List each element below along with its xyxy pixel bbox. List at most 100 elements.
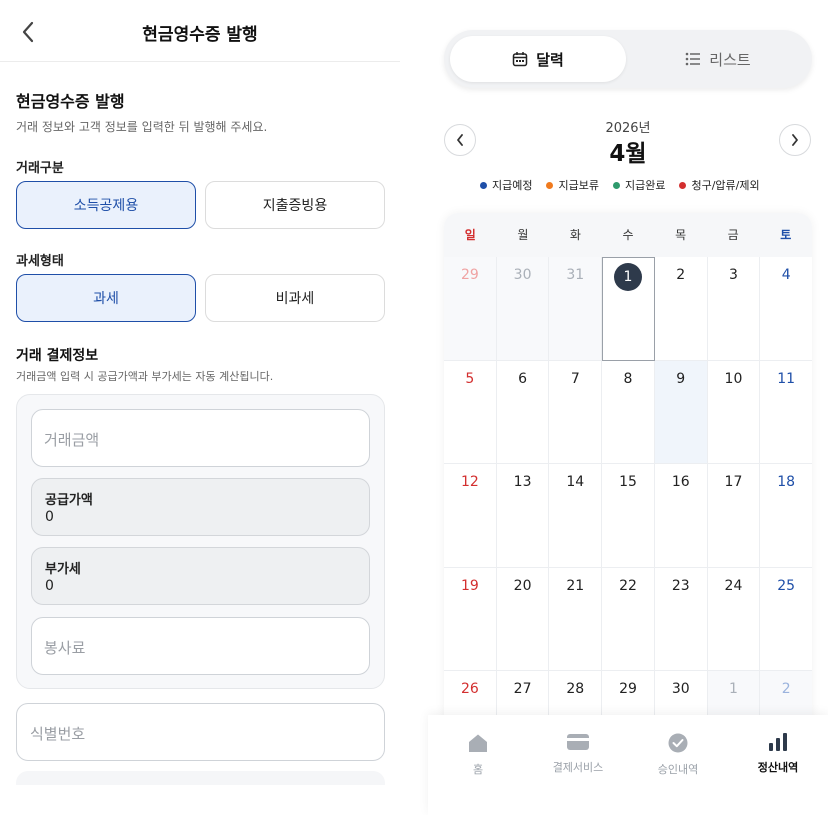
- calendar-day[interactable]: 20: [496, 567, 550, 671]
- calendar-day-number: 22: [619, 577, 637, 594]
- calendar-day-number: 31: [566, 267, 585, 283]
- calendar-week: 19 20 21 22 23 24 25: [444, 567, 812, 671]
- status-legend: 지급예정 지급보류 지급완료 청구/압류/제외: [480, 177, 760, 193]
- calendar-day-number: 12: [460, 474, 479, 490]
- calendar-day[interactable]: 2: [654, 257, 708, 361]
- calendar-day[interactable]: 24: [707, 567, 761, 671]
- calendar-view-button[interactable]: 달력: [450, 36, 626, 82]
- calendar-day-number: 27: [513, 681, 532, 697]
- vat-value: 0: [45, 578, 54, 594]
- calendar-day[interactable]: 22: [602, 567, 655, 671]
- calendar-day[interactable]: 8: [602, 360, 655, 464]
- legend-dot-icon: [480, 181, 487, 189]
- bar-chart-icon: [769, 733, 787, 751]
- calendar-day[interactable]: 3: [707, 257, 761, 361]
- calendar: 일월화수목금토 29 30 31 1 2 3 4 5 6 7 8 9 10 11 12 13 14 15 16 17 1…: [444, 213, 812, 753]
- calendar-day-number: 25: [777, 577, 796, 594]
- calendar-day-number: 2: [781, 681, 791, 697]
- calendar-day[interactable]: 13: [496, 464, 550, 568]
- calendar-day[interactable]: 7: [549, 360, 603, 464]
- calendar-day[interactable]: 5: [444, 360, 497, 464]
- legend-label: 청구/압류/제외: [691, 179, 760, 192]
- option-taxable[interactable]: 과세: [16, 274, 196, 322]
- calendar-day-number: 5: [465, 370, 475, 387]
- calendar-day[interactable]: 18: [760, 464, 812, 568]
- tab-home[interactable]: 홈: [428, 733, 528, 793]
- tab-approval-history[interactable]: 승인내역: [628, 733, 728, 793]
- legend-label: 지급보류: [558, 179, 599, 192]
- payment-info-card: 거래금액 공급가액 0 부가세 0 봉사료: [16, 394, 385, 689]
- legend-dot-icon: [679, 181, 687, 189]
- calendar-day-number: 26: [460, 681, 479, 697]
- calendar-day[interactable]: 10: [707, 360, 761, 464]
- tab-payment-service-label: 결제서비스: [552, 761, 604, 774]
- calendar-day[interactable]: 15: [602, 464, 655, 568]
- calendar-day-number: 9: [676, 370, 686, 387]
- list-view-button[interactable]: 리스트: [630, 36, 806, 82]
- calendar-day-number: 30: [671, 681, 690, 697]
- transaction-type-label: 거래구분: [16, 161, 64, 176]
- calendar-day-number: 15: [619, 474, 637, 490]
- calendar-day-number: 4: [781, 267, 791, 283]
- calendar-day[interactable]: 9: [654, 360, 708, 464]
- service-fee-input[interactable]: 봉사료: [31, 617, 370, 675]
- payment-info-description: 거래금액 입력 시 공급가액과 부가세는 자동 계산됩니다.: [16, 370, 274, 383]
- identifier-placeholder: 식별번호: [30, 725, 86, 743]
- legend-item: 지급완료: [612, 177, 665, 193]
- option-expense-proof[interactable]: 지출증빙용: [205, 181, 385, 229]
- weekday-header: 일월화수목금토: [444, 213, 812, 257]
- calendar-day-number: 14: [566, 474, 585, 490]
- calendar-day[interactable]: 11: [760, 361, 812, 464]
- calendar-day-number: 16: [671, 474, 690, 490]
- legend-item: 청구/압류/제외: [679, 177, 760, 193]
- check-circle-icon: [668, 733, 688, 753]
- tab-settlement-history[interactable]: 정산내역: [728, 733, 828, 793]
- calendar-day[interactable]: 17: [707, 464, 761, 568]
- transaction-amount-placeholder: 거래금액: [44, 431, 100, 449]
- calendar-month: 4월: [609, 141, 647, 167]
- calendar-day-number: 10: [724, 370, 743, 387]
- top-app-bar: 현금영수증 발행: [0, 0, 400, 62]
- tab-payment-service[interactable]: 결제서비스: [528, 733, 628, 793]
- calendar-day-number: 7: [570, 370, 580, 387]
- calendar-day-number: 30: [513, 267, 532, 283]
- next-month-button[interactable]: [779, 124, 811, 156]
- section-title: 현금영수증 발행: [16, 92, 125, 111]
- transaction-amount-input[interactable]: 거래금액: [31, 409, 370, 467]
- settlement-calendar-panel: 달력 리스트 2026년 4월 지급예정 지급보류 지급완료 청구/압류/제외 일월화…: [428, 0, 828, 815]
- option-tax-free[interactable]: 비과세: [205, 274, 385, 322]
- credit-card-icon: [567, 734, 589, 750]
- calendar-day[interactable]: 25: [760, 568, 812, 671]
- calendar-day[interactable]: 23: [654, 567, 708, 671]
- calendar-day[interactable]: 19: [444, 567, 497, 671]
- calendar-day[interactable]: 12: [444, 464, 497, 568]
- view-toggle: 달력 리스트: [444, 30, 812, 88]
- supply-amount-value: 0: [45, 509, 54, 525]
- calendar-day-number: 1: [614, 263, 643, 291]
- legend-dot-icon: [546, 181, 554, 189]
- calendar-day[interactable]: 29: [444, 257, 497, 361]
- calendar-week: 5 6 7 8 9 10 11: [444, 360, 812, 464]
- calendar-day-number: 23: [671, 577, 690, 594]
- weekday-label: 수: [622, 228, 634, 242]
- calendar-day[interactable]: 14: [549, 464, 603, 568]
- calendar-day-number: 20: [513, 577, 532, 594]
- calendar-day[interactable]: 16: [654, 464, 708, 568]
- calendar-day[interactable]: 21: [549, 567, 603, 671]
- tab-approval-history-label: 승인내역: [657, 763, 699, 776]
- payment-info-title: 거래 결제정보: [16, 348, 99, 364]
- calendar-day[interactable]: 4: [760, 257, 812, 361]
- option-income-deduction[interactable]: 소득공제용: [16, 181, 196, 229]
- tab-settlement-history-label: 정산내역: [757, 761, 799, 774]
- calendar-day-number: 21: [566, 577, 585, 594]
- calendar-day[interactable]: 6: [496, 360, 550, 464]
- calendar-day[interactable]: 31: [549, 257, 603, 361]
- identifier-input[interactable]: 식별번호: [16, 703, 385, 761]
- calendar-day-number: 24: [724, 577, 743, 594]
- weekday-label: 화: [569, 228, 581, 242]
- tab-home-label: 홈: [472, 763, 484, 776]
- page-title: 현금영수증 발행: [142, 25, 258, 45]
- calendar-day[interactable]: 1: [602, 257, 655, 361]
- supply-amount-label: 공급가액: [45, 493, 93, 508]
- calendar-day[interactable]: 30: [496, 257, 550, 361]
